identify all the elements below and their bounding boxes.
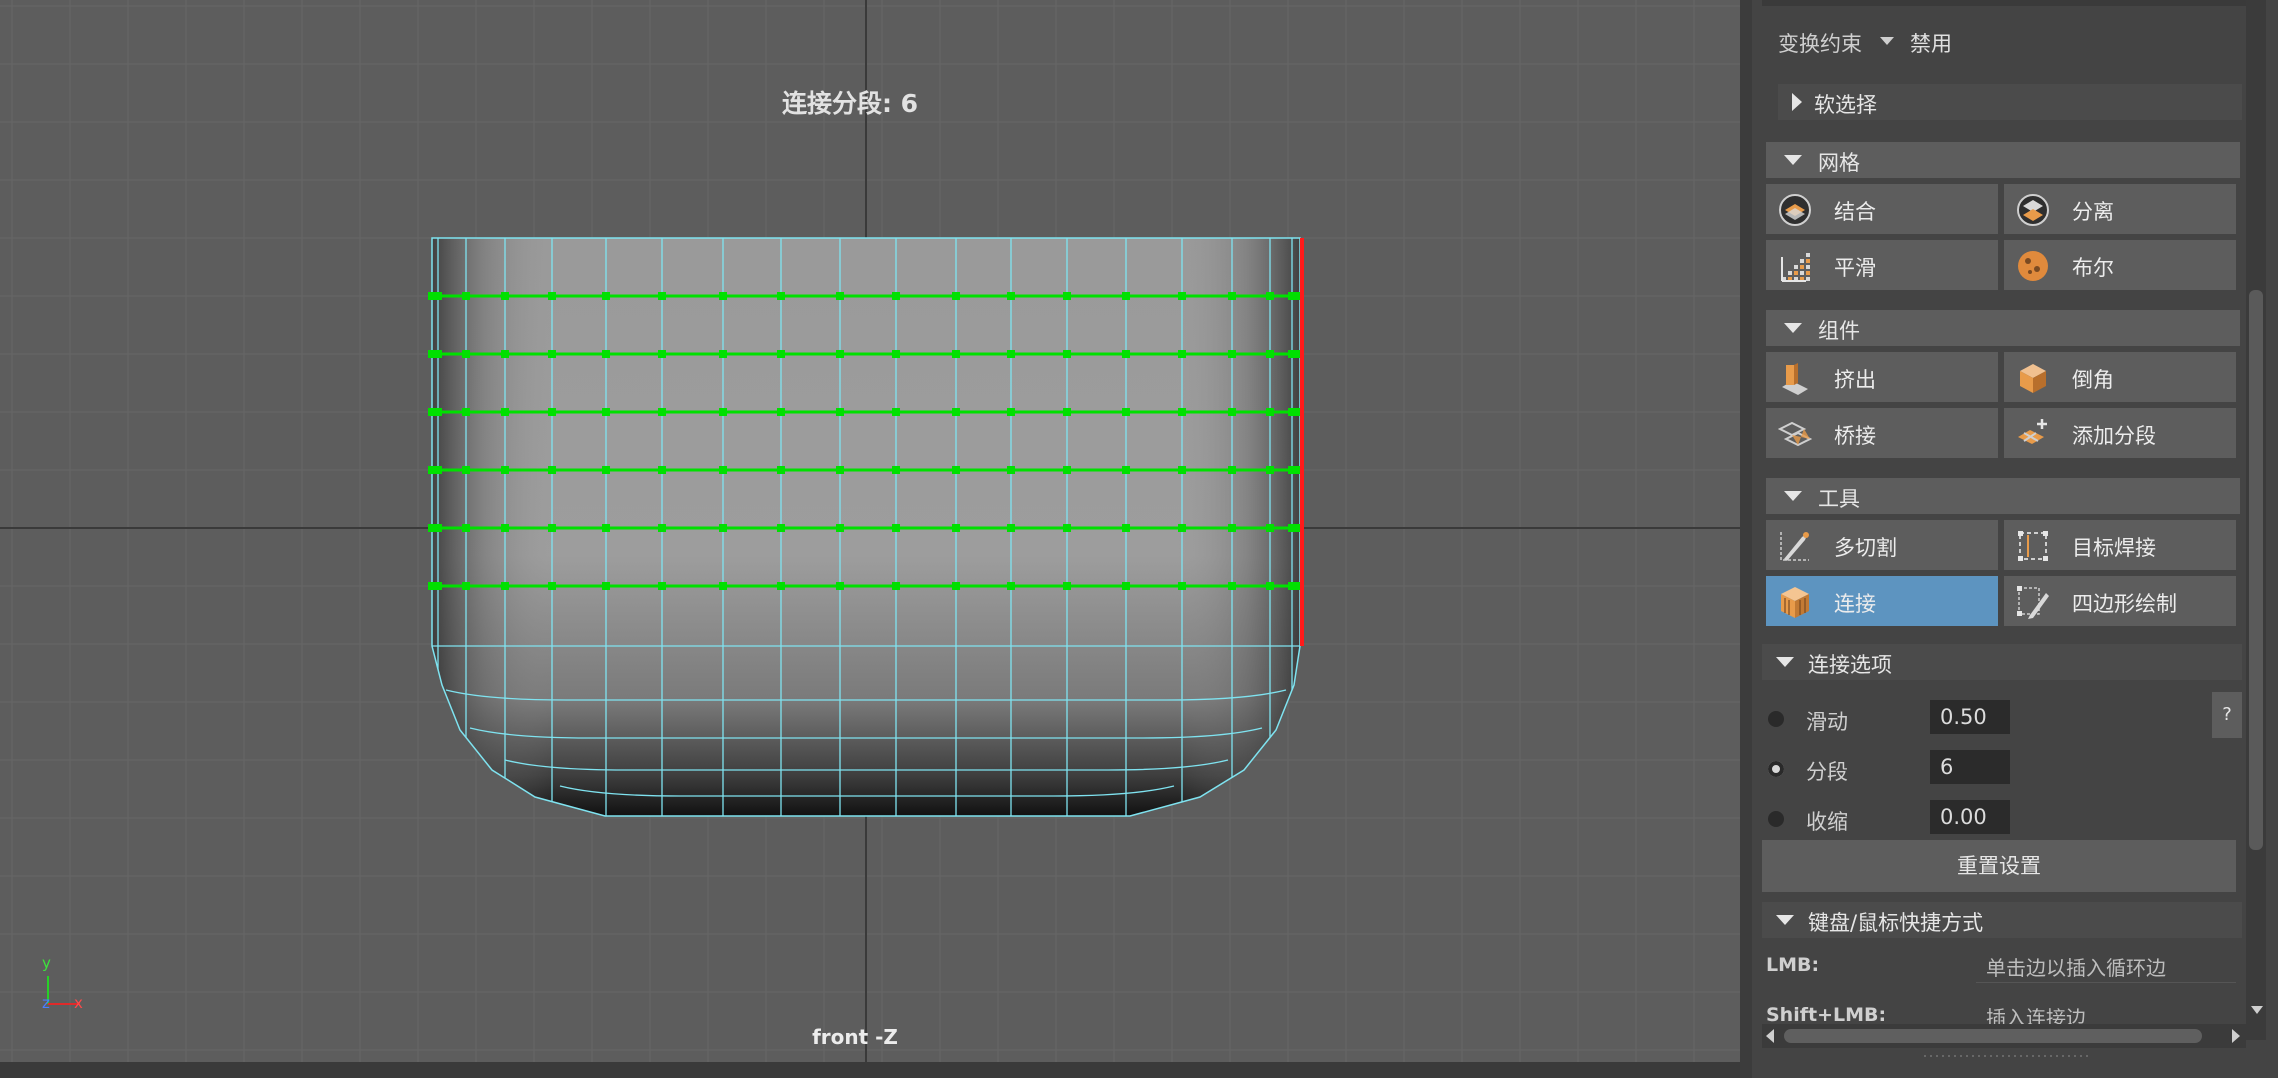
add-divisions-icon bbox=[2018, 419, 2047, 444]
reset-settings-button[interactable]: 重置设置 bbox=[1762, 840, 2236, 892]
target-weld-button[interactable]: 目标焊接 bbox=[2004, 520, 2236, 570]
axis-y-label: y bbox=[42, 954, 51, 972]
expand-triangle-icon bbox=[1792, 93, 1802, 111]
collapse-triangle-icon bbox=[1784, 155, 1802, 165]
segments-field[interactable]: 6 bbox=[1930, 750, 2010, 784]
extrude-button[interactable]: 挤出 bbox=[1766, 352, 1998, 402]
transform-constraint-label: 变换约束 bbox=[1778, 32, 1862, 56]
viewport-bottom-bar bbox=[0, 1062, 1740, 1078]
bridge-label: 桥接 bbox=[1834, 424, 1876, 448]
collapse-triangle-icon bbox=[1784, 323, 1802, 333]
scroll-right-arrow-icon[interactable] bbox=[2232, 1029, 2240, 1043]
section-shortcuts-label: 键盘/鼠标快捷方式 bbox=[1808, 911, 1984, 935]
shortcut-action: 单击边以插入循环边 bbox=[1986, 956, 2166, 980]
bridge-button[interactable]: 桥接 bbox=[1766, 408, 1998, 458]
soft-select-label: 软选择 bbox=[1814, 93, 1877, 117]
connect-icon bbox=[1781, 587, 1809, 618]
combine-icon bbox=[1779, 194, 1811, 226]
connect-label: 连接 bbox=[1834, 592, 1876, 616]
extrude-icon bbox=[1782, 363, 1808, 395]
slide-label: 滑动 bbox=[1806, 710, 1848, 734]
vertical-scrollbar[interactable] bbox=[2246, 0, 2266, 1040]
scroll-down-arrow-icon[interactable] bbox=[2251, 1006, 2263, 1014]
add-divisions-label: 添加分段 bbox=[2072, 424, 2156, 448]
combine-label: 结合 bbox=[1834, 200, 1876, 224]
section-connect-options-header[interactable]: 连接选项 bbox=[1762, 644, 2242, 680]
transform-constraint-dropdown[interactable]: 禁用 bbox=[1910, 28, 1952, 58]
axis-z-label: z bbox=[42, 994, 50, 1012]
segments-label: 分段 bbox=[1806, 760, 1848, 784]
shortcut-key: LMB: bbox=[1766, 954, 1820, 976]
mesh-object[interactable] bbox=[0, 0, 1740, 1078]
pinch-field[interactable]: 0.00 bbox=[1930, 800, 2010, 834]
chevron-down-icon[interactable] bbox=[1880, 37, 1894, 45]
resize-grip[interactable] bbox=[1922, 1054, 2092, 1058]
collapse-triangle-icon bbox=[1776, 915, 1794, 925]
section-mesh-header[interactable]: 网格 bbox=[1766, 142, 2240, 178]
target-weld-label: 目标焊接 bbox=[2072, 536, 2156, 560]
collapse-triangle-icon bbox=[1784, 491, 1802, 501]
quad-draw-button[interactable]: 四边形绘制 bbox=[2004, 576, 2236, 626]
smooth-button[interactable]: 平滑 bbox=[1766, 240, 1998, 290]
segments-radio[interactable] bbox=[1768, 761, 1784, 777]
panel-splitter[interactable] bbox=[1740, 0, 1752, 1078]
boolean-icon bbox=[2018, 251, 2048, 281]
segments-option[interactable]: 分段 6 bbox=[1752, 748, 2232, 788]
modeling-toolkit-panel: 变换约束 禁用 软选择 网格 结合 分离 平滑 布尔 组件 挤出 倒角 桥接 添… bbox=[1752, 0, 2278, 1078]
bevel-icon bbox=[2020, 364, 2046, 393]
soft-select-header[interactable]: 软选择 bbox=[1778, 84, 2242, 120]
hud-connect-segments: 连接分段: 6 bbox=[781, 89, 919, 118]
pinch-option[interactable]: 收缩 0.00 bbox=[1752, 798, 2232, 838]
axis-x-label: x bbox=[74, 994, 83, 1012]
pinch-label: 收缩 bbox=[1806, 810, 1848, 834]
scrollbar-thumb[interactable] bbox=[1784, 1029, 2202, 1043]
bevel-button[interactable]: 倒角 bbox=[2004, 352, 2236, 402]
bridge-icon bbox=[1778, 421, 1812, 447]
quad-draw-label: 四边形绘制 bbox=[2072, 592, 2177, 616]
separate-label: 分离 bbox=[2072, 200, 2114, 224]
smooth-label: 平滑 bbox=[1834, 256, 1876, 280]
bevel-label: 倒角 bbox=[2072, 368, 2114, 392]
viewport-front[interactable]: 连接分段: 6 front -Z y z x bbox=[0, 0, 1740, 1078]
section-components-header[interactable]: 组件 bbox=[1766, 310, 2240, 346]
scroll-left-arrow-icon[interactable] bbox=[1766, 1029, 1774, 1043]
quad-draw-icon bbox=[2017, 586, 2049, 619]
section-components-label: 组件 bbox=[1818, 319, 1860, 343]
horizontal-scrollbar[interactable] bbox=[1762, 1024, 2246, 1048]
section-tools-label: 工具 bbox=[1818, 487, 1860, 511]
connect-button[interactable]: 连接 bbox=[1766, 576, 1998, 626]
multi-cut-icon bbox=[1780, 532, 1809, 561]
panel-top-strip bbox=[1762, 0, 2246, 6]
help-button[interactable]: ? bbox=[2212, 692, 2242, 738]
target-weld-icon bbox=[2018, 531, 2048, 561]
section-connect-options-label: 连接选项 bbox=[1808, 653, 1892, 677]
multi-cut-label: 多切割 bbox=[1834, 536, 1897, 560]
axis-gizmo: y z x bbox=[40, 954, 100, 1020]
pinch-radio[interactable] bbox=[1768, 811, 1784, 827]
section-tools-header[interactable]: 工具 bbox=[1766, 478, 2240, 514]
section-mesh-label: 网格 bbox=[1818, 151, 1860, 175]
slide-field[interactable]: 0.50 bbox=[1930, 700, 2010, 734]
boolean-button[interactable]: 布尔 bbox=[2004, 240, 2236, 290]
slide-option[interactable]: 滑动 0.50 bbox=[1752, 698, 2232, 738]
multi-cut-button[interactable]: 多切割 bbox=[1766, 520, 1998, 570]
combine-button[interactable]: 结合 bbox=[1766, 184, 1998, 234]
slide-radio[interactable] bbox=[1768, 711, 1784, 727]
separate-button[interactable]: 分离 bbox=[2004, 184, 2236, 234]
separate-icon bbox=[2017, 194, 2049, 226]
shortcut-key: Shift+LMB: bbox=[1766, 1004, 1887, 1026]
smooth-icon bbox=[1781, 253, 1810, 282]
scrollbar-thumb[interactable] bbox=[2249, 290, 2263, 850]
add-divisions-button[interactable]: 添加分段 bbox=[2004, 408, 2236, 458]
extrude-label: 挤出 bbox=[1834, 368, 1876, 392]
collapse-triangle-icon bbox=[1776, 657, 1794, 667]
boolean-label: 布尔 bbox=[2072, 256, 2114, 280]
section-shortcuts-header[interactable]: 键盘/鼠标快捷方式 bbox=[1762, 902, 2242, 938]
camera-label: front -Z bbox=[812, 1025, 898, 1049]
shortcut-divider bbox=[1976, 982, 2236, 983]
